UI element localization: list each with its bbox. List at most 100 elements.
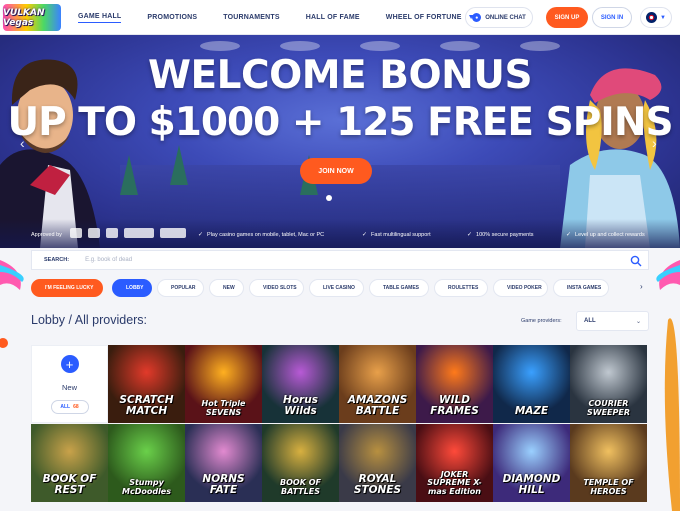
- game-title: MAZE: [514, 404, 549, 417]
- check-icon: ✓: [198, 232, 204, 238]
- license-badge-icon: [88, 228, 100, 238]
- decorative-feathers-left: [0, 260, 24, 348]
- filter-label: INSTA GAMES: [567, 285, 602, 291]
- hero-title-line2: UP TO $1000 + 125 FREE SPINS: [7, 100, 673, 145]
- filter-new[interactable]: NEW: [209, 279, 244, 297]
- chevron-right-icon[interactable]: ›: [640, 282, 643, 291]
- nav-game-hall[interactable]: GAME HALL: [78, 13, 122, 23]
- game-tile[interactable]: ROYAL STONES: [339, 424, 416, 502]
- filter-lobby[interactable]: LOBBY: [112, 279, 152, 297]
- filter-roulettes[interactable]: ROULETTES: [434, 279, 488, 297]
- next-slide-arrow-icon[interactable]: ›: [652, 135, 657, 151]
- filter-video-slots[interactable]: VIDEO SLOTS: [249, 279, 304, 297]
- game-tile[interactable]: WILD FRAMES: [416, 345, 493, 423]
- feature-item: ✓ 100% secure payments: [467, 231, 534, 239]
- game-tile[interactable]: SCRATCH MATCH: [108, 345, 185, 423]
- game-tile[interactable]: JOKER SUPREME X-mas Edition: [416, 424, 493, 502]
- filter-live-casino[interactable]: LIVE CASINO: [309, 279, 364, 297]
- feature-text: 100% secure payments: [476, 231, 534, 238]
- online-chat-button[interactable]: ● ONLINE CHAT: [465, 7, 533, 28]
- game-tile[interactable]: Horus Wilds: [262, 345, 339, 423]
- check-icon: ✓: [362, 232, 368, 238]
- signin-button[interactable]: SIGN IN: [592, 7, 632, 28]
- game-tile[interactable]: MAZE: [493, 345, 570, 423]
- search-input[interactable]: E.g. book of dead: [85, 257, 132, 263]
- game-title: BOOK OF BATTLES: [280, 478, 321, 496]
- search-icon[interactable]: [630, 255, 642, 267]
- game-search-bar: SEARCH: E.g. book of dead: [31, 250, 649, 270]
- hero-title-line1: WELCOME BONUS: [147, 53, 533, 98]
- game-tile[interactable]: DIAMOND HILL: [493, 424, 570, 502]
- all-new-button[interactable]: ALL 68: [50, 400, 89, 414]
- new-games-tile[interactable]: + New ALL 68: [31, 345, 108, 423]
- game-title: WILD FRAMES: [430, 393, 479, 417]
- filter-label: NEW: [223, 285, 235, 291]
- filter-label: ROULETTES: [448, 285, 479, 291]
- game-title: Stumpy McDoodles: [122, 478, 171, 496]
- filter-video-poker[interactable]: VIDEO POKER: [493, 279, 548, 297]
- game-title: TEMPLE OF HEROES: [583, 478, 634, 496]
- check-icon: ✓: [566, 232, 572, 238]
- chat-icon: ●: [472, 13, 482, 22]
- game-title: COURIER SWEEPER: [586, 399, 630, 417]
- filter-label: VIDEO POKER: [507, 285, 542, 291]
- ceiling-light: [360, 41, 400, 51]
- game-tile[interactable]: Stumpy McDoodles: [108, 424, 185, 502]
- filter-label: LIVE CASINO: [323, 285, 355, 291]
- filter-label: LOBBY: [126, 285, 144, 291]
- game-tile[interactable]: NORNS FATE: [185, 424, 262, 502]
- signup-button[interactable]: SIGN UP: [546, 7, 588, 28]
- filter-insta-games[interactable]: INSTA GAMES: [553, 279, 609, 297]
- game-title: BOOK OF REST: [42, 472, 97, 496]
- game-title: JOKER SUPREME X-mas Edition: [427, 469, 482, 496]
- providers-value: ALL: [584, 318, 596, 324]
- nav-promotions[interactable]: PROMOTIONS: [147, 14, 197, 21]
- christmas-tree: [120, 155, 138, 195]
- hero-features-strip: Approved by ✓ Play casino games on mobile…: [0, 219, 680, 248]
- feature-text: Fast multilingual support: [371, 231, 431, 238]
- game-tile[interactable]: Hot Triple SEVENS: [185, 345, 262, 423]
- logo-text: VULKAN Vegas: [3, 7, 45, 28]
- ceiling-light: [440, 41, 480, 51]
- hero-banner[interactable]: WELCOME BONUS UP TO $1000 + 125 FREE SPI…: [0, 35, 680, 248]
- join-now-button[interactable]: JOIN NOW: [300, 158, 372, 184]
- license-badge-icon: [124, 228, 154, 238]
- site-logo[interactable]: VULKAN Vegas: [3, 4, 61, 31]
- chevron-down-icon: ⌄: [635, 318, 641, 325]
- filter-popular[interactable]: POPULAR: [157, 279, 204, 297]
- language-selector[interactable]: ▼: [640, 7, 672, 28]
- nav-wheel-of-fortune[interactable]: WHEEL OF FORTUNE: [386, 14, 462, 21]
- uk-flag-icon: [646, 12, 658, 23]
- prev-slide-arrow-icon[interactable]: ‹: [20, 135, 25, 151]
- game-tile[interactable]: COURIER SWEEPER: [570, 345, 647, 423]
- main-nav: GAME HALL PROMOTIONS TOURNAMENTS HALL OF…: [78, 0, 475, 35]
- game-title: ROYAL STONES: [353, 472, 402, 496]
- game-tile[interactable]: BOOK OF BATTLES: [262, 424, 339, 502]
- game-tile[interactable]: AMAZONS BATTLE: [339, 345, 416, 423]
- filter-feeling-lucky[interactable]: I'M FEELING LUCKY: [31, 279, 103, 297]
- game-title: SCRATCH MATCH: [119, 393, 174, 417]
- ceiling-light: [520, 41, 560, 51]
- game-tile[interactable]: TEMPLE OF HEROES: [570, 424, 647, 502]
- filter-label: POPULAR: [171, 285, 196, 291]
- nav-hall-of-fame[interactable]: HALL OF FAME: [306, 14, 360, 21]
- slide-indicator[interactable]: [326, 195, 332, 201]
- ceiling-light: [200, 41, 240, 51]
- decorative-feathers-right: [656, 260, 680, 511]
- game-title: NORNS FATE: [202, 472, 245, 496]
- game-title: DIAMOND HILL: [502, 472, 561, 496]
- game-tile[interactable]: BOOK OF REST: [31, 424, 108, 502]
- filter-label: VIDEO SLOTS: [263, 285, 297, 291]
- new-count-badge: 68: [73, 404, 79, 410]
- filter-table-games[interactable]: TABLE GAMES: [369, 279, 429, 297]
- providers-select[interactable]: ALL ⌄: [576, 311, 649, 331]
- feature-item: ✓ Fast multilingual support: [362, 231, 431, 239]
- lobby-title: Lobby / All providers:: [31, 313, 148, 327]
- license-badges: [70, 228, 186, 238]
- all-label: ALL: [60, 404, 71, 410]
- approved-by-label: Approved by: [31, 232, 62, 238]
- feature-text: Level up and collect rewards: [575, 231, 645, 238]
- category-filters: I'M FEELING LUCKY LOBBY POPULAR NEW VIDE…: [31, 278, 609, 298]
- nav-tournaments[interactable]: TOURNAMENTS: [223, 14, 280, 21]
- chat-label: ONLINE CHAT: [485, 14, 526, 21]
